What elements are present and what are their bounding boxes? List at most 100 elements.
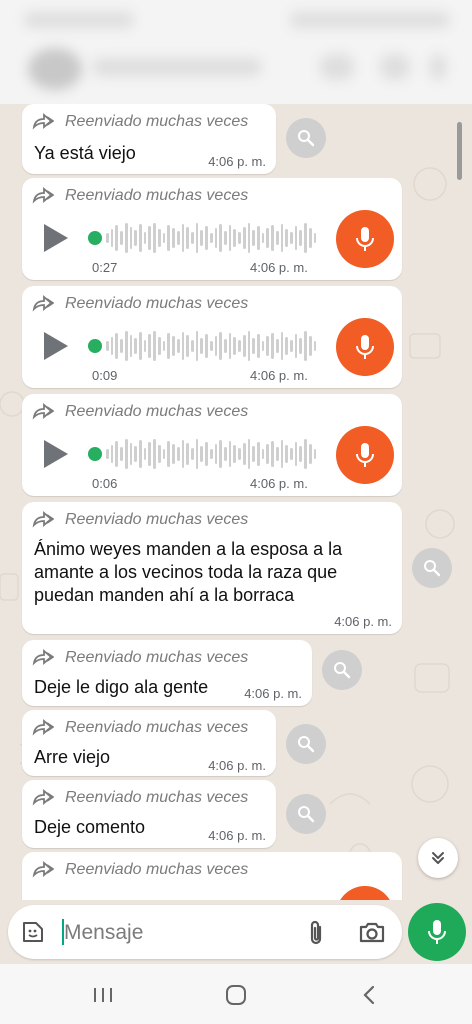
search-web-button[interactable] (286, 118, 326, 158)
sticker-icon[interactable] (20, 919, 46, 945)
waveform-bar (280, 224, 284, 252)
waveform-bar (257, 226, 260, 250)
waveform-bar (129, 335, 133, 357)
waveform-bar (257, 334, 260, 358)
waveform-bar (176, 339, 180, 353)
message-bubble[interactable]: Reenviado muchas veces Arre viejo 4:06 p… (22, 710, 276, 776)
waveform-bar (261, 341, 265, 351)
chat-header (0, 0, 472, 104)
waveform-bar (134, 446, 138, 462)
waveform-bar (271, 333, 274, 359)
waveform-bar (247, 331, 251, 361)
waveform-bar (120, 339, 123, 353)
audio-message[interactable]: Reenviado muchas veces 0:09 4:06 p. m. (22, 286, 402, 388)
waveform-bar (304, 331, 307, 361)
message-bubble[interactable]: Reenviado muchas veces Deje le digo ala … (22, 640, 312, 706)
search-web-button[interactable] (286, 724, 326, 764)
forwarded-text: Reenviado muchas veces (65, 295, 249, 312)
audio-duration: 0:27 (92, 260, 118, 275)
waveform-bar (120, 231, 123, 245)
forwarded-text: Reenviado muchas veces (65, 719, 249, 736)
audio-progress-handle[interactable] (88, 447, 102, 461)
waveform-bar (285, 337, 289, 355)
waveform-bar (172, 444, 175, 464)
waveform-bar (242, 443, 246, 465)
search-web-button[interactable] (286, 794, 326, 834)
video-call-button[interactable] (320, 54, 354, 80)
camera-icon[interactable] (358, 920, 386, 944)
record-voice-button[interactable] (408, 903, 466, 961)
waveform-bar (214, 444, 218, 464)
forwarded-label: Reenviado muchas veces (32, 294, 248, 314)
play-button[interactable] (44, 332, 68, 360)
waveform-bar (195, 223, 199, 253)
play-button[interactable] (44, 440, 68, 468)
audio-progress-handle[interactable] (88, 231, 102, 245)
waveform-bar (195, 439, 199, 469)
message-bubble[interactable]: Reenviado muchas veces Deje comento 4:06… (22, 780, 276, 848)
audio-progress-handle[interactable] (88, 339, 102, 353)
waveform-bar (153, 331, 156, 361)
search-icon (424, 560, 441, 577)
waveform-bar (313, 341, 317, 351)
message-bubble[interactable]: Reenviado muchas veces (22, 852, 402, 900)
audio-message[interactable]: Reenviado muchas veces 0:27 4:06 p. m. (22, 178, 402, 280)
waveform-bar (143, 340, 147, 352)
contact-name[interactable] (92, 58, 262, 76)
waveform-bar (106, 341, 109, 351)
waveform-bar (290, 448, 293, 460)
forwarded-label: Reenviado muchas veces (32, 718, 248, 738)
audio-waveform[interactable] (106, 437, 317, 471)
recent-apps-icon[interactable] (92, 986, 114, 1004)
waveform-bar (115, 441, 119, 467)
forward-arrows-icon (32, 295, 54, 312)
mic-icon (356, 443, 374, 467)
waveform-bar (247, 439, 251, 469)
message-bubble[interactable]: Reenviado muchas veces Ánimo weyes mande… (22, 502, 402, 634)
message-time: 4:06 p. m. (244, 686, 302, 701)
waveform-bar (271, 225, 274, 251)
waveform-bar (162, 341, 166, 351)
waveform-bar (120, 447, 123, 461)
waveform-bar (134, 338, 138, 354)
scroll-to-bottom-button[interactable] (418, 838, 458, 878)
forwarded-text: Reenviado muchas veces (65, 649, 249, 666)
scrollbar[interactable] (457, 122, 462, 180)
paperclip-icon[interactable] (306, 919, 326, 947)
forward-arrows-icon (32, 113, 54, 130)
forwarded-label: Reenviado muchas veces (32, 510, 248, 530)
audio-waveform[interactable] (106, 221, 317, 255)
search-web-button[interactable] (412, 548, 452, 588)
call-button[interactable] (380, 54, 410, 80)
waveform-bar (299, 338, 303, 354)
forward-arrows-icon (32, 187, 54, 204)
message-time: 4:06 p. m. (250, 476, 308, 491)
double-chevron-down-icon (432, 852, 444, 864)
search-web-button[interactable] (322, 650, 362, 690)
waveform-bar (214, 228, 218, 248)
waveform-bar (106, 449, 109, 459)
audio-message[interactable]: Reenviado muchas veces 0:06 4:06 p. m. (22, 394, 402, 496)
voice-avatar (336, 426, 394, 484)
waveform-bar (209, 449, 213, 459)
waveform-bar (200, 338, 204, 354)
waveform-bar (209, 233, 213, 243)
waveform-bar (209, 341, 213, 351)
waveform-bar (238, 448, 241, 460)
play-button[interactable] (44, 224, 68, 252)
menu-button[interactable] (430, 54, 446, 80)
home-icon[interactable] (224, 984, 248, 1006)
message-bubble[interactable]: Reenviado muchas veces Ya está viejo 4:0… (22, 104, 276, 174)
waveform-bar (148, 442, 152, 466)
waveform-bar (266, 444, 270, 464)
back-icon[interactable] (360, 984, 378, 1006)
waveform-bar (294, 334, 298, 358)
message-input[interactable]: Mensaje (8, 905, 402, 959)
waveform-bar (124, 439, 128, 469)
forwarded-text: Reenviado muchas veces (65, 861, 249, 878)
avatar[interactable] (28, 48, 82, 90)
chat-area[interactable]: Reenviado muchas veces Ya está viejo 4:0… (0, 104, 472, 900)
waveform-bar (153, 439, 156, 469)
audio-waveform[interactable] (106, 329, 317, 363)
waveform-bar (190, 340, 194, 352)
